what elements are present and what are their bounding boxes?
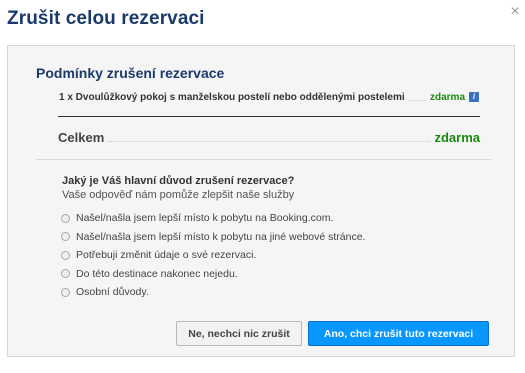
reason-question: Jaký je Váš hlavní důvod zrušení rezerva… (62, 175, 295, 187)
total-row: Celkem zdarma (58, 128, 480, 146)
dotted-leader (407, 94, 427, 101)
dotted-leader (108, 132, 431, 142)
radio-button[interactable] (61, 287, 70, 297)
divider-line (58, 116, 480, 117)
reason-option-label: Potřebuji změnit údaje o své rezervaci. (76, 249, 257, 262)
radio-button[interactable] (61, 232, 70, 242)
reason-option-label: Našel/našla jsem lepší místo k pobytu na… (76, 212, 334, 225)
reason-option-label: Do této destinace nakonec nejedu. (76, 267, 238, 280)
info-icon[interactable]: i (469, 92, 479, 102)
confirm-cancel-button[interactable]: Ano, chci zrušit tuto rezervaci (308, 321, 489, 346)
cancellation-panel: Podmínky zrušení rezervace 1 x Dvoulůžko… (7, 45, 515, 357)
room-line: 1 x Dvoulůžkový pokoj s manželskou poste… (59, 90, 479, 104)
reason-subtext: Vaše odpověď nám pomůže zlepšit naše slu… (62, 189, 295, 201)
keep-reservation-button[interactable]: Ne, nechci nic zrušit (176, 321, 302, 346)
reason-option-label: Našel/našla jsem lepší místo k pobytu na… (76, 230, 366, 243)
total-price: zdarma (434, 129, 480, 145)
room-line-label: 1 x Dvoulůžkový pokoj s manželskou poste… (59, 91, 405, 103)
conditions-title: Podmínky zrušení rezervace (36, 65, 225, 81)
close-icon[interactable]: × (508, 4, 522, 20)
radio-button[interactable] (61, 250, 70, 260)
reason-option[interactable]: Našel/našla jsem lepší místo k pobytu na… (61, 228, 365, 247)
reason-option[interactable]: Osobní důvody. (61, 283, 365, 302)
total-label: Celkem (58, 129, 105, 145)
radio-button[interactable] (61, 269, 70, 279)
dialog-title: Zrušit celou rezervaci (7, 8, 205, 29)
reason-option-label: Osobní důvody. (76, 286, 149, 299)
reason-option[interactable]: Do této destinace nakonec nejedu. (61, 265, 365, 284)
radio-button[interactable] (61, 213, 70, 223)
reason-options: Našel/našla jsem lepší místo k pobytu na… (61, 209, 365, 302)
section-separator (36, 159, 491, 160)
room-price: zdarma (429, 91, 465, 103)
reason-option[interactable]: Potřebuji změnit údaje o své rezervaci. (61, 246, 365, 265)
reason-option[interactable]: Našel/našla jsem lepší místo k pobytu na… (61, 209, 365, 228)
